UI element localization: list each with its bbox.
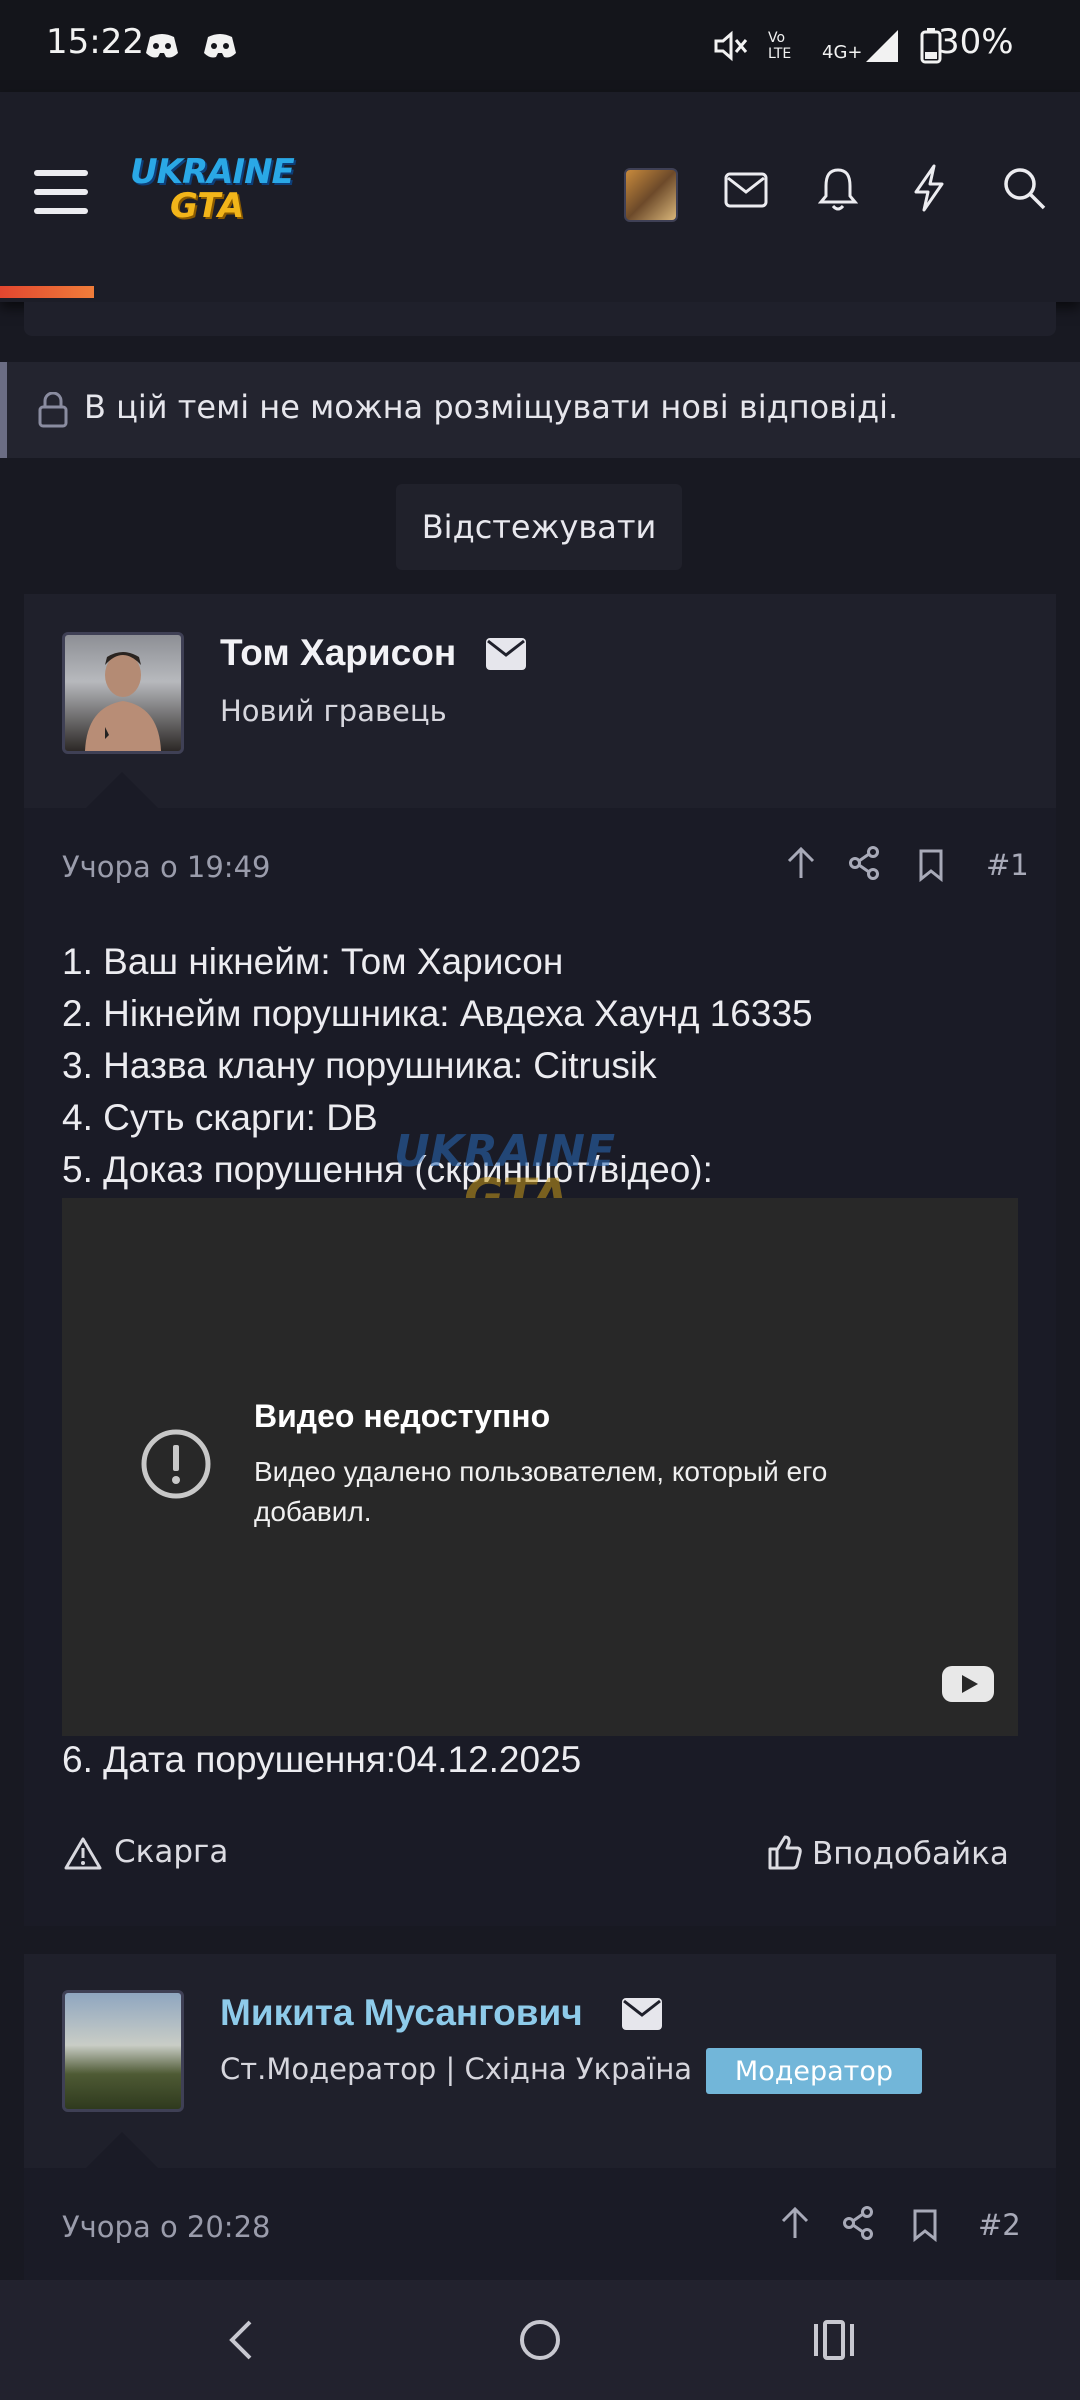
- follow-button[interactable]: Відстежувати: [396, 484, 682, 570]
- post-1-author[interactable]: Том Харисон: [220, 632, 456, 674]
- post-1-up-icon[interactable]: [786, 846, 816, 880]
- mute-icon: [712, 28, 748, 64]
- search-icon[interactable]: [1002, 166, 1046, 210]
- discord-icon: [144, 31, 180, 61]
- home-icon[interactable]: [518, 2318, 562, 2362]
- previous-block: [24, 302, 1056, 336]
- video-embed[interactable]: Видео недоступно Видео удалено пользоват…: [62, 1198, 1018, 1736]
- lightning-icon[interactable]: [910, 164, 948, 212]
- video-error-line: Видео удалено пользователем, который его: [254, 1456, 828, 1487]
- moderator-badge: Модератор: [706, 2048, 922, 2094]
- post-2-envelope-icon: [622, 1998, 662, 2030]
- post-1-number[interactable]: #1: [986, 848, 1029, 882]
- post-1-line: 1. Ваш нікнейм: Том Харисон: [62, 941, 564, 982]
- error-icon: [140, 1428, 212, 1500]
- youtube-icon[interactable]: [942, 1666, 994, 1702]
- page-load-progress: [0, 286, 94, 298]
- like-icon[interactable]: [768, 1834, 802, 1870]
- locked-notice-text: В цій темі не можна розміщувати нові від…: [84, 388, 899, 426]
- post-1-share-icon[interactable]: [848, 846, 880, 880]
- post-1-line: 3. Назва клану порушника: Citrusik: [62, 1045, 657, 1086]
- post-2-time[interactable]: Учора о 20:28: [62, 2210, 270, 2244]
- post-2-author-title: Ст.Модератор | Східна Україна: [220, 2052, 693, 2086]
- network-label: 4G+: [822, 41, 863, 63]
- post-1-time[interactable]: Учора о 19:49: [62, 850, 270, 884]
- status-time: 15:22: [46, 22, 144, 62]
- report-button[interactable]: Скарга: [114, 1834, 228, 1870]
- status-bar: 15:22 Vo LTE 4G+ 30%: [0, 0, 1080, 92]
- warning-icon[interactable]: [64, 1836, 102, 1870]
- post-2-author[interactable]: Микита Мусангович: [220, 1992, 583, 2034]
- post-2-share-icon[interactable]: [842, 2206, 874, 2240]
- post-1-date-line: 6. Дата порушення:04.12.2025: [62, 1739, 582, 1780]
- back-icon[interactable]: [226, 2318, 256, 2362]
- post-2-bookmark-icon[interactable]: [912, 2208, 938, 2242]
- site-header: UKRAINE GTA: [0, 92, 1080, 302]
- site-logo[interactable]: UKRAINE GTA: [130, 152, 295, 238]
- video-error-line: добавил.: [254, 1496, 372, 1527]
- post-1-envelope-icon: [486, 638, 526, 670]
- bell-icon[interactable]: [818, 166, 858, 212]
- post-2-number[interactable]: #2: [978, 2208, 1021, 2242]
- signal-icon: [864, 28, 900, 64]
- logo-text-bottom: GTA: [170, 186, 245, 226]
- post-1-bookmark-icon[interactable]: [918, 848, 944, 882]
- post-2-up-icon[interactable]: [780, 2206, 810, 2240]
- recents-icon[interactable]: [812, 2320, 856, 2360]
- post-1-avatar[interactable]: [62, 632, 184, 754]
- post-1-author-title: Новий гравець: [220, 694, 447, 728]
- user-avatar[interactable]: [624, 168, 678, 222]
- volte-icon: Vo LTE: [768, 30, 792, 62]
- post-2-pointer: [86, 2132, 158, 2168]
- battery-percent: 30%: [938, 22, 1014, 62]
- like-button[interactable]: Вподобайка: [812, 1836, 1009, 1872]
- mail-icon[interactable]: [724, 172, 768, 208]
- video-error-title: Видео недоступно: [254, 1398, 551, 1434]
- video-error-message: Видео удалено пользователем, который его…: [254, 1452, 827, 1532]
- lock-icon: [38, 392, 68, 428]
- menu-icon[interactable]: [34, 168, 88, 216]
- post-2-avatar[interactable]: [62, 1990, 184, 2112]
- post-1-pointer: [86, 772, 158, 808]
- discord-icon: [202, 31, 238, 61]
- system-nav-bar: [0, 2280, 1080, 2400]
- post-1-line: 2. Нікнейм порушника: Авдеха Хаунд 16335: [62, 993, 813, 1034]
